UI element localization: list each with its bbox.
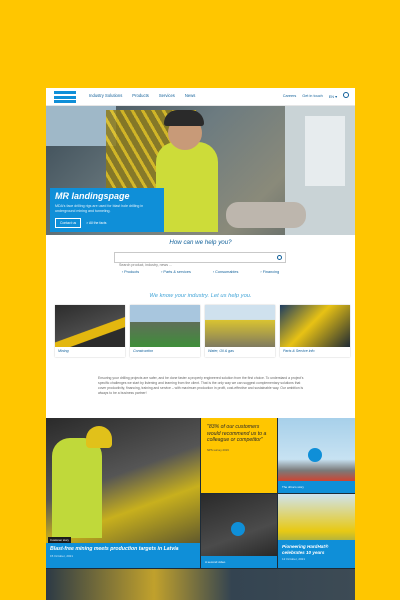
- hardhat-news-tile[interactable]: Pioneering HardHat® celebrates 10 years …: [278, 494, 355, 568]
- brand-logo-icon[interactable]: [54, 91, 76, 103]
- hero-machine-panel: [305, 116, 345, 186]
- search-icon[interactable]: [277, 255, 282, 260]
- hardhat-date: 12 October, 2021: [282, 557, 306, 561]
- search-input[interactable]: [115, 260, 270, 270]
- hero-worker-helmet: [164, 110, 204, 126]
- industry-card-label: Water, Oil & gas: [208, 349, 234, 353]
- feature-title: Blast-free mining meets production targe…: [50, 546, 179, 552]
- video-tile-second[interactable]: A second video: [201, 494, 277, 568]
- landing-page: Industry Solutions Products Services New…: [46, 88, 355, 600]
- industry-card-label: Parts & Service info: [283, 349, 315, 353]
- nav-news[interactable]: News: [185, 93, 195, 98]
- industry-title: We know your industry. Let us help you.: [149, 293, 252, 299]
- customer-story-tag: Customer story: [48, 537, 71, 543]
- hero-title: MR landingspage: [55, 191, 130, 201]
- nav-products[interactable]: Products: [132, 93, 149, 98]
- worker-helmet: [86, 426, 112, 448]
- construction-image: [130, 305, 200, 347]
- industry-card-construction[interactable]: Construction: [130, 305, 200, 357]
- hardhat-caption: Pioneering HardHat® celebrates 10 years …: [278, 540, 355, 568]
- search-bar: [114, 252, 286, 270]
- mining-image: [55, 305, 125, 347]
- news-grid: Customer story Blast-free mining meets p…: [46, 418, 355, 600]
- hero-text: MDA's face drilling rigs are used for bl…: [55, 204, 144, 213]
- bottom-image-strip: [46, 569, 355, 600]
- video-caption: A second video: [201, 556, 277, 568]
- contact-us-button[interactable]: Contact us: [55, 217, 82, 228]
- help-title: How can we help you?: [169, 239, 232, 246]
- utility-nav: Careers Get in touch EN ▾: [283, 92, 349, 99]
- category-products[interactable]: › Products: [122, 270, 139, 274]
- hero-banner: MR landingspage MDA's face drilling rigs…: [46, 106, 355, 235]
- nav-get-in-touch[interactable]: Get in touch: [302, 94, 322, 98]
- video-caption: The drive's story: [278, 481, 355, 493]
- industry-card-mining[interactable]: Mining: [55, 305, 125, 357]
- main-nav: Industry Solutions Products Services New…: [89, 93, 195, 98]
- industry-card-parts-service[interactable]: Parts & Service info: [280, 305, 350, 357]
- nav-industry-solutions[interactable]: Industry Solutions: [89, 93, 122, 98]
- category-financing[interactable]: › Financing: [260, 270, 279, 274]
- water-oil-gas-image: [205, 305, 275, 347]
- site-header: Industry Solutions Products Services New…: [46, 88, 355, 106]
- feature-story-tile[interactable]: Customer story Blast-free mining meets p…: [46, 418, 200, 568]
- search-icon[interactable]: [343, 92, 349, 98]
- intro-paragraph: Ensuring your drilling projects are safe…: [98, 376, 304, 395]
- help-categories: › Products › Parts & services › Consumab…: [46, 270, 355, 274]
- play-icon[interactable]: [231, 522, 245, 536]
- quote-text: "83% of our customers would recommend us…: [207, 424, 267, 443]
- play-icon[interactable]: [308, 448, 322, 462]
- category-parts-services[interactable]: › Parts & services: [161, 270, 191, 274]
- hero-rock-cores: [226, 202, 306, 228]
- nav-services[interactable]: Services: [159, 93, 175, 98]
- nav-careers[interactable]: Careers: [283, 94, 297, 98]
- worker-figure: [52, 438, 102, 538]
- industry-card-label: Construction: [133, 349, 154, 353]
- quote-tile: "83% of our customers would recommend us…: [201, 418, 277, 493]
- industry-card-label: Mining: [58, 349, 69, 353]
- industry-cards: Mining Construction Water, Oil & gas Par…: [55, 305, 350, 357]
- all-facts-link[interactable]: > All the facts: [86, 221, 106, 225]
- language-select[interactable]: EN ▾: [329, 94, 337, 99]
- video-tile-drive[interactable]: The drive's story: [278, 418, 355, 493]
- hero-buttons: Contact us > All the facts: [55, 217, 159, 228]
- hardhat-title: Pioneering HardHat® celebrates 10 years: [282, 544, 329, 555]
- category-consumables[interactable]: › Consumables: [213, 270, 239, 274]
- industry-card-water-oil-gas[interactable]: Water, Oil & gas: [205, 305, 275, 357]
- quote-source: NPS survey 2019: [207, 447, 229, 452]
- parts-service-image: [280, 305, 350, 347]
- hero-worker-vest: [156, 142, 218, 232]
- hero-text-box: MR landingspage MDA's face drilling rigs…: [50, 188, 164, 232]
- feature-caption: Customer story Blast-free mining meets p…: [46, 537, 200, 568]
- feature-date: 15 October, 2021: [50, 554, 74, 558]
